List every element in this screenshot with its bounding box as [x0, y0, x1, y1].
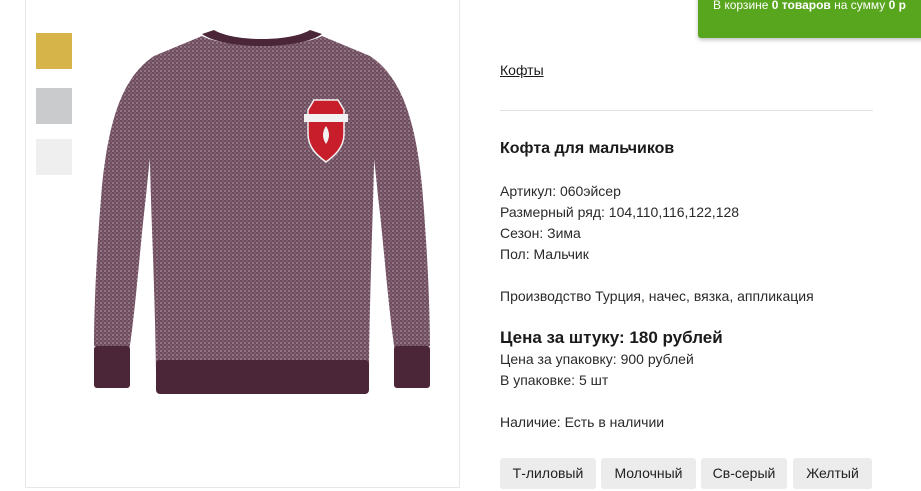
color-option-dark-lilac[interactable]: Т-лиловый [500, 458, 596, 489]
breadcrumb-category-link[interactable]: Кофты [500, 62, 544, 78]
availability: Наличие: Есть в наличии [500, 414, 665, 430]
color-option-light-grey[interactable]: Св-серый [701, 458, 787, 489]
cart-banner[interactable]: В корзине 0 товаров на сумму 0 р [698, 0, 921, 38]
spec-article: Артикул: 060эйсер [500, 183, 621, 199]
cart-count: 0 товаров [771, 0, 831, 12]
cart-text-mid: на сумму [834, 0, 886, 12]
color-swatch-yellow[interactable] [36, 33, 72, 69]
product-title: Кофта для мальчиков [500, 140, 675, 157]
price-per-pack: Цена за упаковку: 900 рублей [500, 351, 694, 367]
pack-size: В упаковке: 5 шт [500, 372, 609, 388]
color-swatch-white[interactable] [36, 139, 72, 175]
price-per-unit: Цена за штуку: 180 рублей [500, 328, 723, 347]
product-image [94, 30, 430, 394]
spec-gender: Пол: Мальчик [500, 246, 589, 262]
cart-text-prefix: В корзине [713, 0, 769, 12]
product-description: Производство Турция, начес, вязка, аппли… [500, 288, 814, 304]
color-swatch-grey[interactable] [36, 88, 72, 124]
spec-season: Сезон: Зима [500, 225, 581, 241]
color-option-milky[interactable]: Молочный [601, 458, 696, 489]
cart-sum: 0 р [888, 0, 906, 12]
color-option-yellow[interactable]: Желтый [793, 458, 872, 489]
spec-size-range: Размерный ряд: 104,110,116,122,128 [500, 204, 740, 220]
divider [500, 110, 873, 111]
